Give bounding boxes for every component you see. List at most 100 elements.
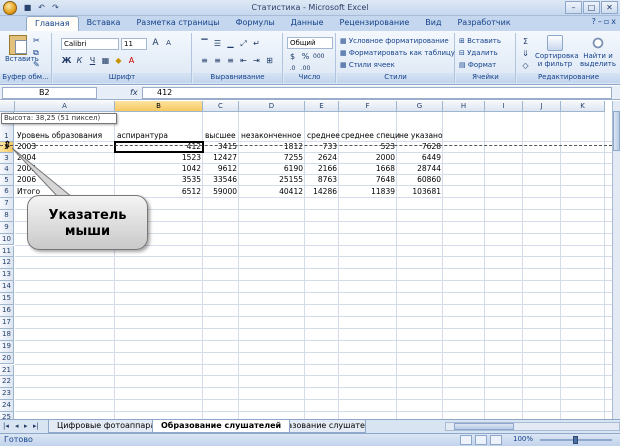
select-all-corner[interactable] (0, 101, 15, 112)
align-bottom-icon[interactable]: ▁ (225, 38, 236, 49)
cell[interactable]: 33546 (203, 174, 239, 185)
wrap-text-icon[interactable]: ↵ (251, 38, 262, 49)
cell[interactable]: 60860 (397, 174, 443, 185)
column-header[interactable]: G (397, 101, 443, 112)
cell[interactable]: 103681 (397, 186, 443, 197)
conditional-formatting-button[interactable]: ▦ Условное форматирование (340, 37, 449, 45)
clear-icon[interactable]: ◇ (520, 60, 531, 71)
align-top-icon[interactable]: ▔ (199, 38, 210, 49)
ribbon-close-icon[interactable]: x (611, 17, 616, 26)
font-name-select[interactable]: Calibri (61, 38, 119, 50)
cell[interactable]: 25155 (239, 174, 305, 185)
cell[interactable]: высшее (203, 130, 238, 141)
cell[interactable]: 1668 (339, 163, 397, 174)
find-select-button[interactable]: Найти и выделить (579, 35, 617, 68)
cell[interactable]: 28744 (397, 163, 443, 174)
cell[interactable]: 40412 (239, 186, 305, 197)
grow-font-button[interactable]: A (150, 38, 161, 49)
cell[interactable]: 7628 (397, 141, 443, 152)
format-cells-button[interactable]: ▤ Формат (459, 61, 496, 69)
close-button[interactable]: ✕ (601, 1, 618, 14)
cell[interactable]: 1042 (115, 163, 203, 174)
percent-button[interactable]: % (300, 51, 311, 62)
page-layout-view-icon[interactable] (475, 435, 487, 445)
indent-increase-icon[interactable]: ⇥ (251, 55, 262, 66)
row-header[interactable]: 6 (0, 186, 14, 198)
row-header[interactable]: 17 (0, 316, 14, 329)
cell[interactable]: 6449 (397, 152, 443, 163)
cell[interactable]: 7648 (339, 174, 397, 185)
row-header[interactable]: 10 (0, 233, 14, 246)
ribbon-minimize-icon[interactable]: – (598, 17, 602, 26)
cell[interactable]: среднее (305, 130, 342, 141)
row-header[interactable]: 24 (0, 400, 14, 413)
cell[interactable]: аспирантура (115, 130, 170, 141)
font-color-icon[interactable]: A (126, 55, 137, 66)
tab-view[interactable]: Вид (417, 16, 449, 31)
column-header[interactable]: H (443, 101, 485, 112)
tab-page-layout[interactable]: Разметка страницы (128, 16, 227, 31)
cell[interactable]: не указано (397, 130, 445, 141)
horizontal-scrollbar[interactable] (445, 422, 620, 431)
cut-icon[interactable]: ✂ (33, 36, 43, 45)
paste-button[interactable]: Вставить (5, 35, 39, 71)
fill-color-icon[interactable]: ◆ (113, 55, 124, 66)
cell[interactable]: 59000 (203, 186, 239, 197)
column-header[interactable]: B (115, 101, 203, 112)
row-header[interactable]: 18 (0, 328, 14, 341)
column-header[interactable]: F (339, 101, 397, 112)
format-as-table-button[interactable]: ▦ Форматировать как таблицу (340, 49, 455, 57)
cell[interactable]: 733 (305, 141, 339, 152)
autosum-button[interactable]: Σ (520, 36, 531, 47)
scroll-thumb[interactable] (454, 423, 514, 430)
cell[interactable]: 3415 (203, 141, 239, 152)
shrink-font-button[interactable]: A (163, 38, 174, 49)
bold-button[interactable]: Ж (61, 55, 72, 66)
column-header[interactable]: C (203, 101, 239, 112)
cell[interactable]: 3535 (115, 174, 203, 185)
column-header[interactable]: J (523, 101, 561, 112)
sort-filter-button[interactable]: Сортировка и фильтр (535, 35, 579, 68)
cell[interactable]: среднее специ (339, 130, 402, 141)
row-header[interactable]: 11 (0, 245, 14, 258)
zoom-slider[interactable] (540, 436, 612, 444)
cell[interactable]: 2624 (305, 152, 339, 163)
row-header[interactable]: 22 (0, 376, 14, 389)
cell[interactable]: незаконченное (239, 130, 303, 141)
font-size-select[interactable]: 11 (121, 38, 147, 50)
column-header[interactable]: K (561, 101, 605, 112)
formula-input[interactable]: 412 (142, 87, 612, 99)
row-header[interactable]: 23 (0, 388, 14, 401)
align-right-icon[interactable]: ≡ (225, 55, 236, 66)
cell[interactable]: 2166 (305, 163, 339, 174)
cell[interactable]: 2003 (15, 141, 38, 152)
tab-review[interactable]: Рецензирование (332, 16, 418, 31)
row-header[interactable]: 13 (0, 269, 14, 282)
vertical-scrollbar[interactable] (612, 101, 620, 419)
column-header[interactable]: I (485, 101, 523, 112)
tab-data[interactable]: Данные (283, 16, 332, 31)
row-header[interactable]: 9 (0, 221, 14, 234)
align-middle-icon[interactable]: ☰ (212, 38, 223, 49)
scroll-thumb[interactable] (613, 111, 620, 151)
orientation-icon[interactable]: ⤢ (238, 38, 249, 49)
last-sheet-icon[interactable]: ▸| (33, 422, 39, 430)
ribbon-restore-icon[interactable]: ▫ (604, 17, 609, 26)
cell[interactable]: 9612 (203, 163, 239, 174)
column-header[interactable]: E (305, 101, 339, 112)
zoom-slider-knob[interactable] (573, 436, 578, 444)
cell[interactable]: 2000 (339, 152, 397, 163)
row-header[interactable]: 5 (0, 175, 14, 186)
thousands-button[interactable]: 000 (313, 51, 324, 62)
cell[interactable]: 7255 (239, 152, 305, 163)
zoom-level[interactable]: 100% (513, 435, 533, 443)
underline-button[interactable]: Ч (87, 55, 98, 66)
fill-icon[interactable]: ⇓ (520, 48, 531, 59)
sheet-tab-active[interactable]: Образование слушателей (152, 420, 291, 433)
row-header[interactable]: 12 (0, 257, 14, 270)
align-left-icon[interactable]: ≡ (199, 55, 210, 66)
cell[interactable]: 11839 (339, 186, 397, 197)
copy-icon[interactable]: ⧉ (33, 48, 43, 57)
number-format-select[interactable]: Общий (287, 37, 333, 49)
cell[interactable]: 8763 (305, 174, 339, 185)
